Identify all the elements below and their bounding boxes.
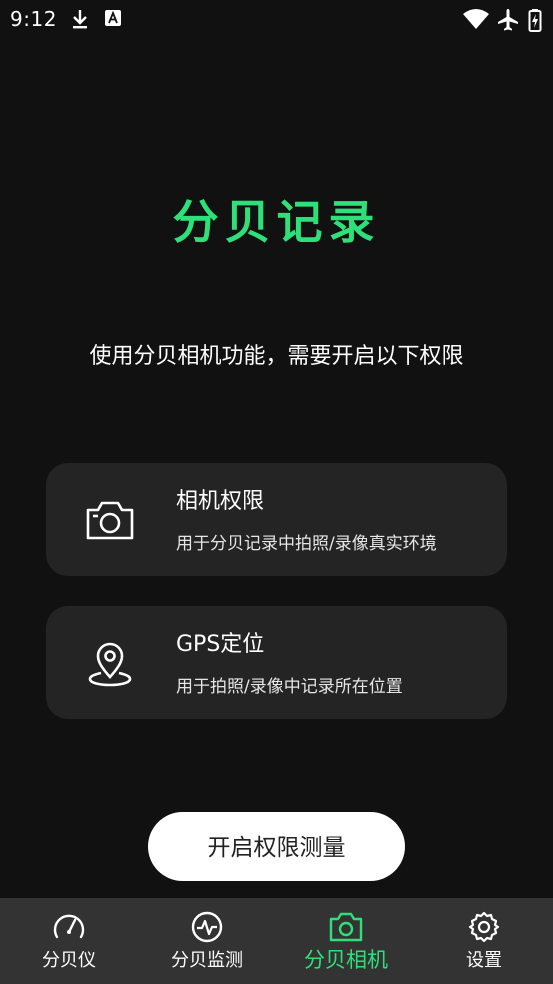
permission-title: 相机权限: [176, 489, 265, 514]
font-a-icon: [105, 10, 121, 26]
gear-icon: [468, 911, 500, 943]
status-time: 9:12: [10, 7, 57, 31]
tab-label: 设置: [466, 950, 502, 971]
camera-icon: [86, 501, 134, 540]
tab-settings[interactable]: 设置: [415, 898, 553, 984]
page-subtitle: 使用分贝相机功能，需要开启以下权限: [89, 344, 464, 369]
permission-card-camera: 相机权限 用于分贝记录中拍照/录像真实环境: [46, 463, 507, 576]
tab-decibel-monitor[interactable]: 分贝监测: [138, 898, 276, 984]
tab-label: 分贝监测: [171, 950, 243, 971]
airplane-icon: [498, 9, 518, 31]
pulse-icon: [191, 911, 223, 943]
tab-label: 分贝相机: [304, 948, 388, 972]
permission-card-gps: GPS定位 用于拍照/录像中记录所在位置: [46, 606, 507, 719]
enable-permissions-button[interactable]: 开启权限测量: [148, 812, 405, 881]
location-pin-icon: [88, 642, 132, 687]
wifi-icon: [463, 9, 489, 29]
permission-title: GPS定位: [176, 632, 265, 657]
tab-decibel-camera[interactable]: 分贝相机: [277, 898, 415, 984]
permission-desc: 用于分贝记录中拍照/录像真实环境: [176, 534, 437, 554]
speedometer-icon: [53, 914, 85, 939]
tab-decibel-meter[interactable]: 分贝仪: [0, 898, 138, 984]
download-icon: [73, 10, 87, 29]
battery-charging-icon: [528, 9, 542, 32]
page-title: 分贝记录: [172, 195, 381, 249]
permission-desc: 用于拍照/录像中记录所在位置: [176, 677, 403, 697]
camera-icon: [329, 912, 363, 942]
tab-label: 分贝仪: [42, 950, 96, 971]
status-bar: 9:12: [0, 0, 553, 38]
bottom-tab-bar: 分贝仪 分贝监测 分贝相机 设置: [0, 898, 553, 984]
